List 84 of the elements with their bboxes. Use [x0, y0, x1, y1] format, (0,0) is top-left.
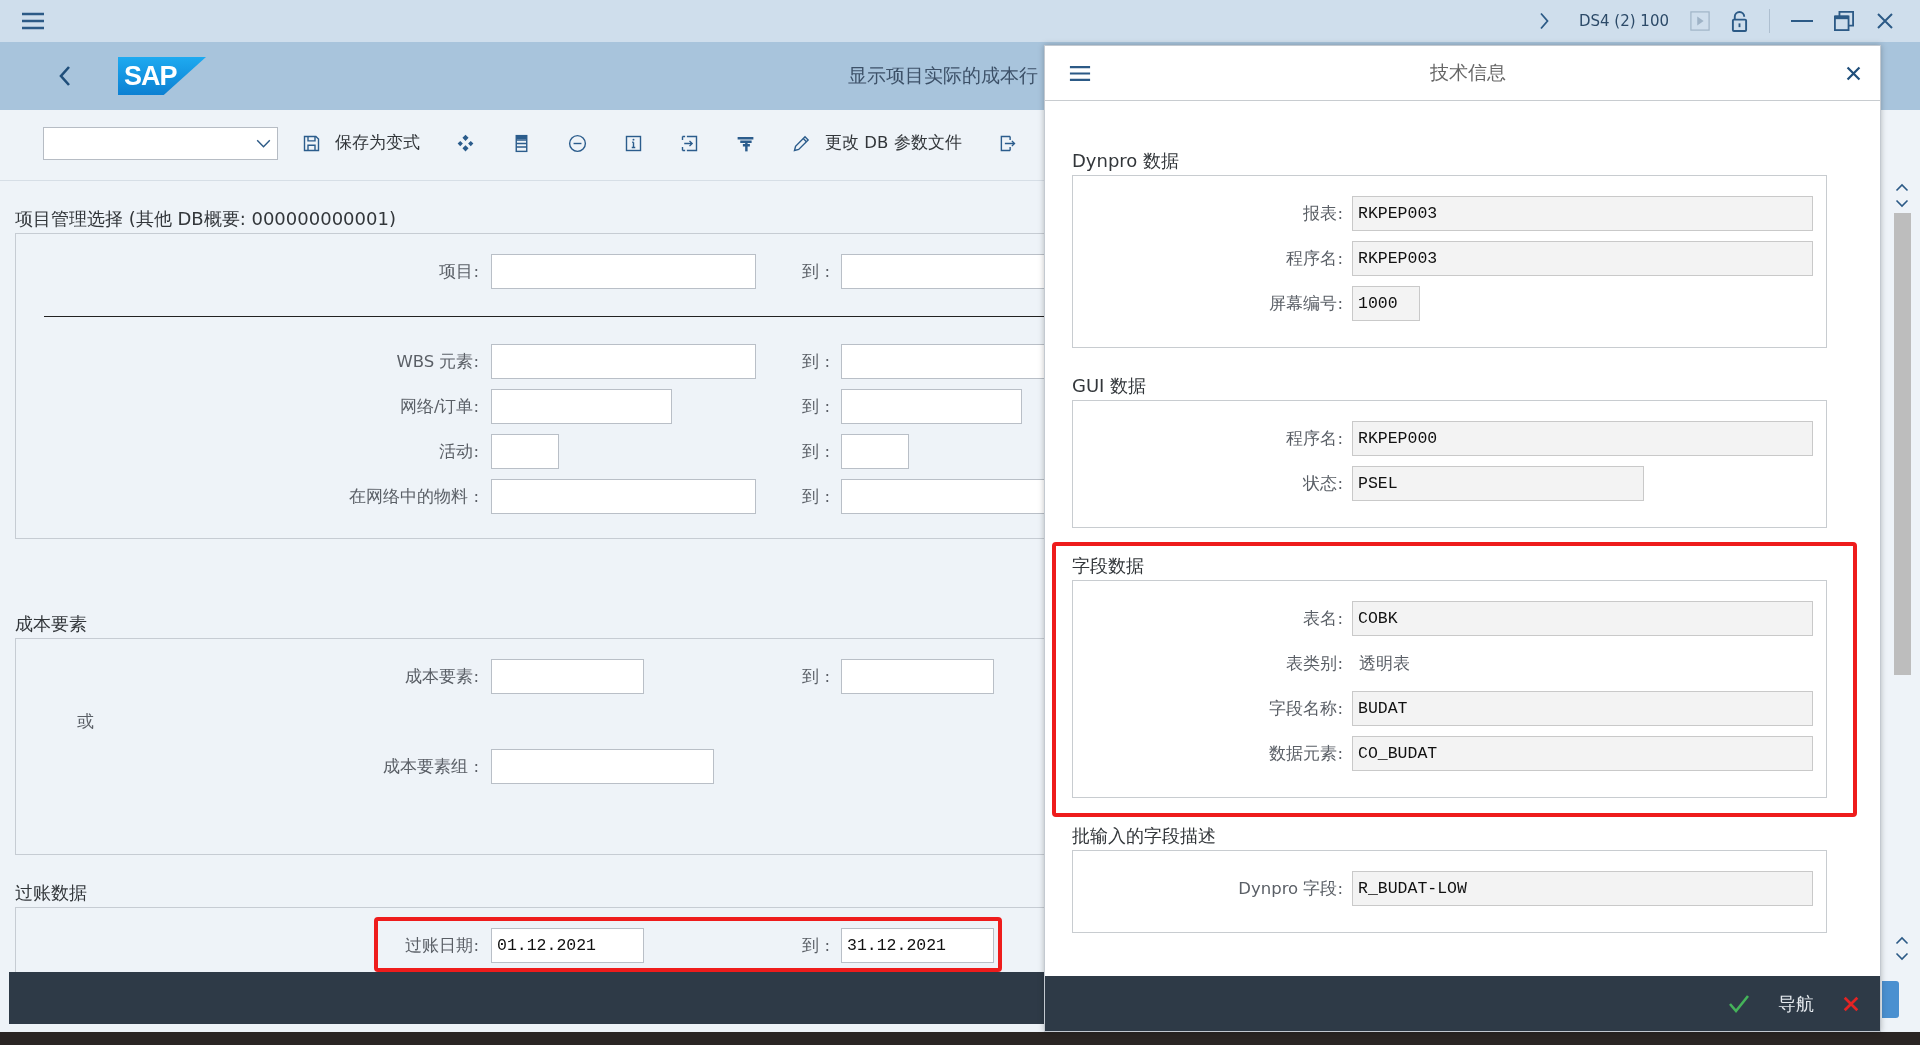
- section-title: 字段数据: [1072, 556, 1145, 576]
- field-label: WBS 元素:: [396, 350, 480, 373]
- back-icon[interactable]: [58, 64, 72, 88]
- text-field[interactable]: CO_BUDAT: [1352, 736, 1813, 771]
- close-icon[interactable]: [1875, 11, 1895, 31]
- input-field[interactable]: [841, 254, 1044, 289]
- minimize-icon[interactable]: [1791, 19, 1813, 23]
- menu-icon[interactable]: [1069, 64, 1091, 82]
- or-label: 或: [77, 710, 94, 733]
- field-label: 程序名:: [1286, 427, 1343, 450]
- field-label: 到 :: [802, 395, 830, 418]
- field-label: 项目:: [439, 260, 480, 283]
- unlocked-padlock-icon[interactable]: [1731, 10, 1748, 32]
- text-field[interactable]: RKPEP003: [1352, 241, 1813, 276]
- input-field[interactable]: [841, 434, 909, 469]
- field-label: 报表:: [1303, 202, 1343, 225]
- section-title: Dynpro 数据: [1072, 151, 1181, 171]
- logo: SAP: [118, 57, 206, 95]
- input-field[interactable]: 01.12.2021: [491, 928, 644, 963]
- field-label: Dynpro 字段:: [1238, 877, 1343, 900]
- chevron-down-icon[interactable]: [1895, 199, 1909, 208]
- dialog-title: 技术信息: [1429, 60, 1507, 85]
- field-label: 到 :: [802, 485, 830, 508]
- input-field[interactable]: 31.12.2021: [841, 928, 994, 963]
- system-label: DS4 (2) 100: [1578, 12, 1669, 30]
- input-field[interactable]: [491, 479, 756, 514]
- field-label: 状态:: [1303, 472, 1343, 495]
- checkmark-icon[interactable]: [1728, 993, 1750, 1014]
- field-label: 在网络中的物料 :: [349, 485, 480, 508]
- text-field[interactable]: COBK: [1352, 601, 1813, 636]
- toolbar-button[interactable]: 更改 DB 参数文件: [782, 128, 971, 158]
- input-field[interactable]: [491, 254, 756, 289]
- restore-icon[interactable]: [1834, 11, 1854, 31]
- page-title: 显示项目实际的成本行: [848, 63, 1038, 88]
- chevron-up-icon[interactable]: [1895, 936, 1909, 945]
- minus-circle-icon: [567, 132, 588, 154]
- input-field[interactable]: [841, 344, 1044, 379]
- chevron-up-icon[interactable]: [1895, 183, 1909, 192]
- chevron-down-icon[interactable]: [1895, 952, 1909, 961]
- section-title: 过账数据: [15, 882, 88, 904]
- toolbar-button[interactable]: 保存为变式: [292, 128, 429, 158]
- field-label: 字段名称:: [1269, 697, 1343, 720]
- diamond-nodes-icon: [455, 132, 476, 154]
- field-label: 表名:: [1303, 607, 1343, 630]
- navigation-button[interactable]: 导航: [1772, 989, 1820, 1018]
- section-title: 成本要素: [15, 613, 88, 635]
- field-value: 透明表: [1358, 652, 1410, 675]
- field-label: 成本要素:: [405, 665, 480, 688]
- section-title: GUI 数据: [1072, 376, 1148, 396]
- field-label: 到 :: [802, 260, 830, 283]
- text-field[interactable]: 1000: [1352, 286, 1420, 321]
- input-field[interactable]: [491, 434, 559, 469]
- chevron-right-icon[interactable]: [1538, 12, 1549, 30]
- field-label: 到 :: [802, 440, 830, 463]
- field-label: 屏幕编号:: [1269, 292, 1343, 315]
- field-label: 程序名:: [1286, 247, 1343, 270]
- input-field[interactable]: [491, 659, 644, 694]
- close-icon[interactable]: [1845, 64, 1862, 82]
- field-label: 到 :: [802, 350, 830, 373]
- field-label: 数据元素:: [1269, 742, 1343, 765]
- text-field[interactable]: RKPEP000: [1352, 421, 1813, 456]
- section-title: 批输入的字段描述: [1072, 826, 1217, 846]
- chevron-down-icon: [256, 138, 271, 148]
- input-field[interactable]: [841, 659, 994, 694]
- cross-icon[interactable]: [1842, 994, 1860, 1013]
- field-label: 网络/订单:: [399, 395, 480, 418]
- input-field[interactable]: [841, 389, 1022, 424]
- text-field[interactable]: BUDAT: [1352, 691, 1813, 726]
- text-field[interactable]: R_BUDAT-LOW: [1352, 871, 1813, 906]
- field-label: 成本要素组 :: [383, 755, 480, 778]
- section-title: 项目管理选择 (其他 DB概要: 000000000001): [15, 208, 397, 230]
- field-label: 表类别:: [1286, 652, 1343, 675]
- text-field[interactable]: PSEL: [1352, 466, 1644, 501]
- input-field[interactable]: [491, 389, 672, 424]
- menu-icon[interactable]: [21, 12, 45, 30]
- field-label: 活动:: [439, 440, 480, 463]
- input-field[interactable]: [491, 344, 756, 379]
- text-field[interactable]: RKPEP003: [1352, 196, 1813, 231]
- field-label: 过账日期:: [405, 934, 480, 957]
- field-label: 到 :: [802, 934, 830, 957]
- field-label: 到 :: [802, 665, 830, 688]
- input-field[interactable]: [841, 479, 1044, 514]
- scrollbar-thumb[interactable]: [1894, 213, 1911, 675]
- input-field[interactable]: [491, 749, 714, 784]
